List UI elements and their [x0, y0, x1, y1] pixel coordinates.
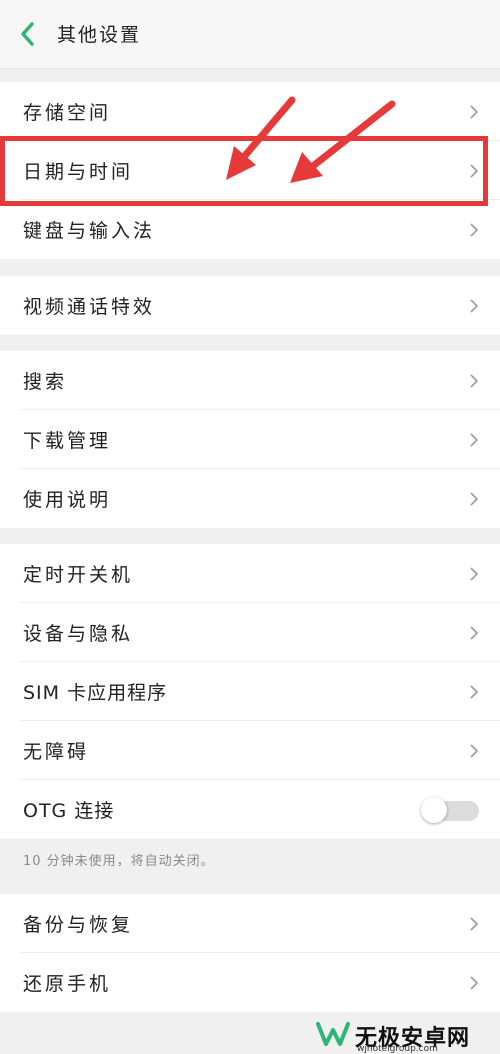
- settings-item-backup-restore[interactable]: 备份与恢复: [0, 894, 500, 953]
- settings-item-scheduled-power[interactable]: 定时开关机: [0, 544, 500, 603]
- settings-item-label: OTG 连接: [23, 800, 115, 822]
- chevron-right-icon: [470, 626, 479, 640]
- red-arrow-icon: [290, 100, 396, 183]
- toggle-knob: [421, 797, 447, 823]
- red-arrow-icon: [226, 96, 296, 180]
- chevron-right-icon: [470, 374, 479, 388]
- chevron-right-icon: [470, 492, 479, 506]
- chevron-right-icon: [470, 567, 479, 581]
- site-watermark: 无极安卓网 wjhotelgroup.com: [315, 1018, 500, 1054]
- chevron-right-icon: [470, 744, 479, 758]
- backup-group: 备份与恢复 还原手机: [0, 894, 500, 1012]
- settings-item-otg: OTG 连接: [0, 780, 500, 839]
- settings-item-accessibility[interactable]: 无障碍: [0, 721, 500, 780]
- settings-item-sim-apps[interactable]: SIM 卡应用程序: [0, 662, 500, 721]
- settings-item-reset-phone[interactable]: 还原手机: [0, 953, 500, 1012]
- chevron-right-icon: [470, 976, 479, 990]
- settings-item-label: 下载管理: [23, 430, 112, 452]
- watermark-url: wjhotelgroup.com: [357, 1044, 438, 1054]
- otg-toggle-switch[interactable]: [421, 797, 479, 823]
- chevron-right-icon: [470, 433, 479, 447]
- settings-item-download-manager[interactable]: 下载管理: [0, 410, 500, 469]
- search-group: 搜索 下载管理 使用说明: [0, 351, 500, 528]
- settings-item-search[interactable]: 搜索: [0, 351, 500, 410]
- settings-item-label: 定时开关机: [23, 564, 134, 586]
- annotation-arrows: [226, 96, 396, 183]
- device-group: 定时开关机 设备与隐私 SIM 卡应用程序 无障碍 OTG 连接: [0, 544, 500, 839]
- settings-item-label: 还原手机: [23, 973, 112, 995]
- settings-item-label: SIM 卡应用程序: [23, 682, 168, 704]
- settings-item-user-guide[interactable]: 使用说明: [0, 469, 500, 528]
- watermark-logo-icon: [316, 1022, 350, 1046]
- otg-hint-text: 10 分钟未使用，将自动关闭。: [23, 854, 215, 869]
- settings-item-label: 使用说明: [23, 489, 112, 511]
- settings-item-label: 无障碍: [23, 741, 90, 763]
- settings-item-label: 搜索: [23, 371, 68, 393]
- settings-item-label: 备份与恢复: [23, 914, 134, 936]
- settings-item-device-privacy[interactable]: 设备与隐私: [0, 603, 500, 662]
- chevron-right-icon: [470, 917, 479, 931]
- settings-item-label: 设备与隐私: [23, 623, 134, 645]
- chevron-right-icon: [470, 685, 479, 699]
